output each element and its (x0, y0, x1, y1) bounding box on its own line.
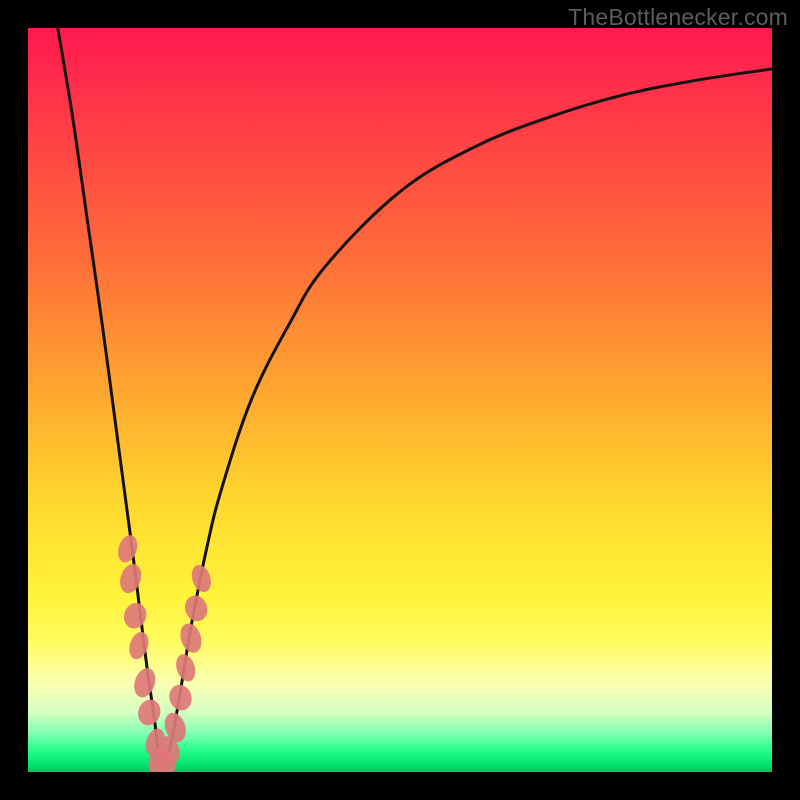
watermark-text: TheBottlenecker.com (568, 4, 788, 31)
highlight-markers (115, 533, 214, 772)
bottleneck-curve (58, 28, 772, 765)
marker-point (115, 533, 141, 565)
marker-point (182, 593, 211, 625)
marker-point (121, 600, 150, 632)
chart-frame: TheBottlenecker.com (0, 0, 800, 800)
bottleneck-curve-path (58, 28, 772, 765)
marker-point (117, 561, 145, 596)
marker-point (188, 562, 214, 594)
marker-point (173, 652, 199, 684)
marker-point (131, 665, 159, 700)
marker-point (135, 697, 164, 729)
curve-layer (28, 28, 772, 772)
marker-point (166, 682, 195, 714)
marker-point (126, 629, 152, 661)
plot-area (28, 28, 772, 772)
marker-point (177, 621, 205, 656)
